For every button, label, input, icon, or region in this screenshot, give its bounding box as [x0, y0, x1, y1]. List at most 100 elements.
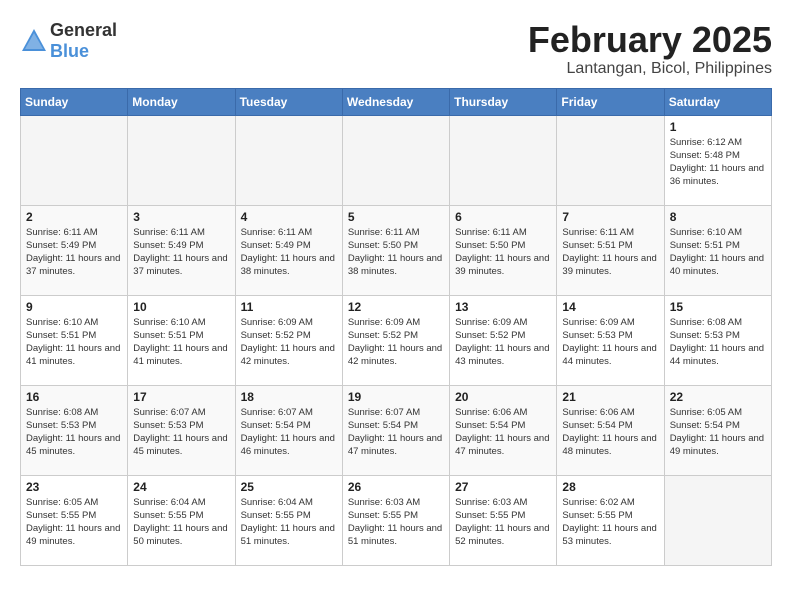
day-info: Sunrise: 6:05 AMSunset: 5:54 PMDaylight:… [670, 406, 766, 459]
calendar-cell: 21 Sunrise: 6:06 AMSunset: 5:54 PMDayligh… [557, 385, 664, 475]
weekday-header: Thursday [450, 88, 557, 115]
weekday-header: Saturday [664, 88, 771, 115]
day-info: Sunrise: 6:11 AMSunset: 5:50 PMDaylight:… [348, 226, 444, 279]
day-info: Sunrise: 6:03 AMSunset: 5:55 PMDaylight:… [348, 496, 444, 549]
day-number: 10 [133, 300, 229, 314]
weekday-header: Sunday [21, 88, 128, 115]
day-info: Sunrise: 6:10 AMSunset: 5:51 PMDaylight:… [26, 316, 122, 369]
day-number: 11 [241, 300, 337, 314]
calendar-cell: 10 Sunrise: 6:10 AMSunset: 5:51 PMDayligh… [128, 295, 235, 385]
calendar-cell [235, 115, 342, 205]
day-number: 20 [455, 390, 551, 404]
day-number: 17 [133, 390, 229, 404]
day-info: Sunrise: 6:07 AMSunset: 5:54 PMDaylight:… [348, 406, 444, 459]
day-info: Sunrise: 6:04 AMSunset: 5:55 PMDaylight:… [241, 496, 337, 549]
calendar-cell: 9 Sunrise: 6:10 AMSunset: 5:51 PMDaylight… [21, 295, 128, 385]
day-info: Sunrise: 6:08 AMSunset: 5:53 PMDaylight:… [26, 406, 122, 459]
day-number: 25 [241, 480, 337, 494]
day-info: Sunrise: 6:07 AMSunset: 5:53 PMDaylight:… [133, 406, 229, 459]
calendar-week-row: 9 Sunrise: 6:10 AMSunset: 5:51 PMDaylight… [21, 295, 772, 385]
calendar-cell: 25 Sunrise: 6:04 AMSunset: 5:55 PMDayligh… [235, 475, 342, 565]
day-info: Sunrise: 6:10 AMSunset: 5:51 PMDaylight:… [133, 316, 229, 369]
day-number: 14 [562, 300, 658, 314]
calendar-cell: 22 Sunrise: 6:05 AMSunset: 5:54 PMDayligh… [664, 385, 771, 475]
calendar-cell: 2Sunrise: 6:11 AMSunset: 5:49 PMDaylight… [21, 205, 128, 295]
calendar-cell: 20 Sunrise: 6:06 AMSunset: 5:54 PMDayligh… [450, 385, 557, 475]
calendar-cell: 1 Sunrise: 6:12 AMSunset: 5:48 PMDaylight… [664, 115, 771, 205]
day-info: Sunrise: 6:06 AMSunset: 5:54 PMDaylight:… [455, 406, 551, 459]
day-info: Sunrise: 6:03 AMSunset: 5:55 PMDaylight:… [455, 496, 551, 549]
page-header: General Blue February 2025 Lantangan, Bi… [20, 20, 772, 78]
day-number: 22 [670, 390, 766, 404]
calendar-cell [21, 115, 128, 205]
calendar-cell: 14Sunrise: 6:09 AMSunset: 5:53 PMDayligh… [557, 295, 664, 385]
day-info: Sunrise: 6:05 AMSunset: 5:55 PMDaylight:… [26, 496, 122, 549]
calendar-week-row: 1 Sunrise: 6:12 AMSunset: 5:48 PMDaylight… [21, 115, 772, 205]
day-number: 13 [455, 300, 551, 314]
calendar-cell [128, 115, 235, 205]
calendar-cell: 8Sunrise: 6:10 AMSunset: 5:51 PMDaylight… [664, 205, 771, 295]
day-number: 6 [455, 210, 551, 224]
day-number: 4 [241, 210, 337, 224]
day-number: 5 [348, 210, 444, 224]
day-info: Sunrise: 6:04 AMSunset: 5:55 PMDaylight:… [133, 496, 229, 549]
calendar-cell: 15 Sunrise: 6:08 AMSunset: 5:53 PMDayligh… [664, 295, 771, 385]
calendar-cell: 17 Sunrise: 6:07 AMSunset: 5:53 PMDayligh… [128, 385, 235, 475]
title-block: February 2025 Lantangan, Bicol, Philippi… [528, 20, 772, 78]
calendar-cell: 12 Sunrise: 6:09 AMSunset: 5:52 PMDayligh… [342, 295, 449, 385]
day-info: Sunrise: 6:07 AMSunset: 5:54 PMDaylight:… [241, 406, 337, 459]
calendar-cell: 27 Sunrise: 6:03 AMSunset: 5:55 PMDayligh… [450, 475, 557, 565]
day-info: Sunrise: 6:11 AMSunset: 5:51 PMDaylight:… [562, 226, 658, 279]
day-number: 24 [133, 480, 229, 494]
calendar-cell: 18 Sunrise: 6:07 AMSunset: 5:54 PMDayligh… [235, 385, 342, 475]
day-info: Sunrise: 6:06 AMSunset: 5:54 PMDaylight:… [562, 406, 658, 459]
day-number: 12 [348, 300, 444, 314]
calendar-week-row: 16 Sunrise: 6:08 AMSunset: 5:53 PMDayligh… [21, 385, 772, 475]
day-info: Sunrise: 6:11 AMSunset: 5:49 PMDaylight:… [241, 226, 337, 279]
calendar-body: 1 Sunrise: 6:12 AMSunset: 5:48 PMDaylight… [21, 115, 772, 565]
calendar-cell: 11 Sunrise: 6:09 AMSunset: 5:52 PMDayligh… [235, 295, 342, 385]
day-number: 28 [562, 480, 658, 494]
calendar-cell: 28 Sunrise: 6:02 AMSunset: 5:55 PMDayligh… [557, 475, 664, 565]
day-number: 21 [562, 390, 658, 404]
calendar-cell: 7 Sunrise: 6:11 AMSunset: 5:51 PMDaylight… [557, 205, 664, 295]
day-number: 23 [26, 480, 122, 494]
day-number: 1 [670, 120, 766, 134]
calendar-header-row: SundayMondayTuesdayWednesdayThursdayFrid… [21, 88, 772, 115]
weekday-header: Wednesday [342, 88, 449, 115]
month-title: February 2025 [528, 20, 772, 60]
day-info: Sunrise: 6:08 AMSunset: 5:53 PMDaylight:… [670, 316, 766, 369]
day-number: 19 [348, 390, 444, 404]
day-number: 15 [670, 300, 766, 314]
calendar-cell [557, 115, 664, 205]
day-number: 26 [348, 480, 444, 494]
calendar-cell: 19 Sunrise: 6:07 AMSunset: 5:54 PMDayligh… [342, 385, 449, 475]
weekday-header: Friday [557, 88, 664, 115]
day-number: 3 [133, 210, 229, 224]
calendar-cell: 6Sunrise: 6:11 AMSunset: 5:50 PMDaylight… [450, 205, 557, 295]
weekday-header: Tuesday [235, 88, 342, 115]
day-info: Sunrise: 6:11 AMSunset: 5:49 PMDaylight:… [26, 226, 122, 279]
day-number: 27 [455, 480, 551, 494]
day-info: Sunrise: 6:09 AMSunset: 5:52 PMDaylight:… [348, 316, 444, 369]
day-info: Sunrise: 6:09 AMSunset: 5:52 PMDaylight:… [455, 316, 551, 369]
calendar-week-row: 23 Sunrise: 6:05 AMSunset: 5:55 PMDayligh… [21, 475, 772, 565]
day-info: Sunrise: 6:02 AMSunset: 5:55 PMDaylight:… [562, 496, 658, 549]
day-number: 8 [670, 210, 766, 224]
location-title: Lantangan, Bicol, Philippines [528, 60, 772, 78]
logo: General Blue [20, 20, 117, 62]
logo-blue: Blue [50, 41, 89, 61]
calendar-table: SundayMondayTuesdayWednesdayThursdayFrid… [20, 88, 772, 566]
day-info: Sunrise: 6:12 AMSunset: 5:48 PMDaylight:… [670, 136, 766, 189]
calendar-cell [450, 115, 557, 205]
calendar-week-row: 2Sunrise: 6:11 AMSunset: 5:49 PMDaylight… [21, 205, 772, 295]
calendar-cell: 24 Sunrise: 6:04 AMSunset: 5:55 PMDayligh… [128, 475, 235, 565]
day-number: 16 [26, 390, 122, 404]
calendar-cell: 13 Sunrise: 6:09 AMSunset: 5:52 PMDayligh… [450, 295, 557, 385]
logo-icon [20, 27, 48, 55]
day-number: 18 [241, 390, 337, 404]
day-number: 9 [26, 300, 122, 314]
day-number: 7 [562, 210, 658, 224]
calendar-cell [664, 475, 771, 565]
day-info: Sunrise: 6:09 AMSunset: 5:52 PMDaylight:… [241, 316, 337, 369]
